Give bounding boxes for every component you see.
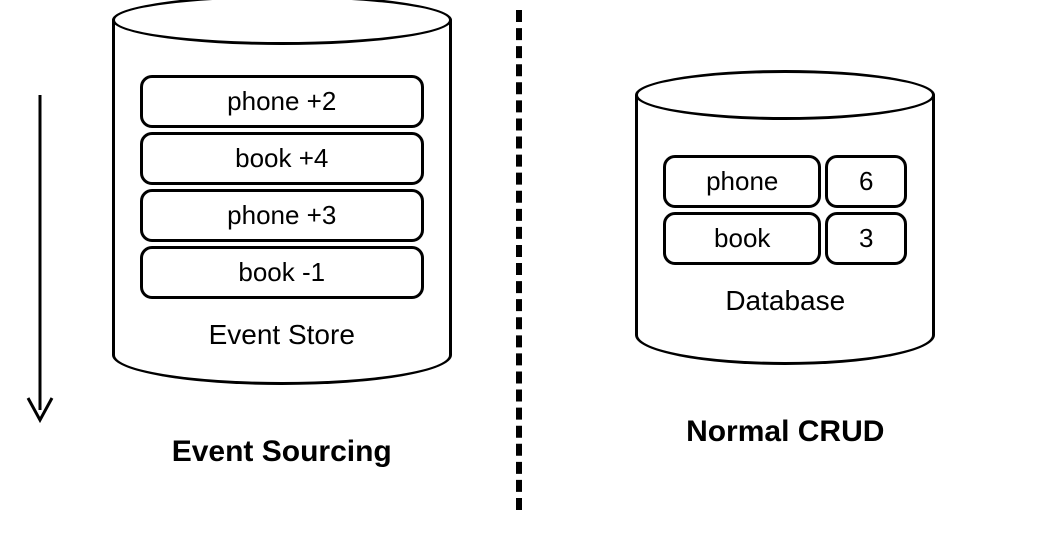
event-sourcing-panel: phone +2 book +4 phone +3 book -1 Event … <box>0 20 534 469</box>
crud-cell-name: phone <box>663 155 821 208</box>
cylinder-top-ellipse <box>112 0 452 45</box>
database-content: phone 6 book 3 Database <box>638 155 932 317</box>
vertical-divider <box>516 10 522 510</box>
crud-row: phone 6 <box>663 155 907 208</box>
cylinder-top-ellipse <box>635 70 935 120</box>
normal-crud-title: Normal CRUD <box>686 415 884 449</box>
crud-cell-value: 3 <box>825 212 907 265</box>
normal-crud-panel: phone 6 book 3 Database Normal CRUD <box>534 20 1037 449</box>
crud-cell-name: book <box>663 212 821 265</box>
timeline-arrow-icon <box>25 95 55 425</box>
event-store-label: Event Store <box>209 319 355 351</box>
database-label: Database <box>725 285 845 317</box>
event-store-cylinder: phone +2 book +4 phone +3 book -1 Event … <box>112 20 452 385</box>
database-cylinder: phone 6 book 3 Database <box>635 95 935 365</box>
event-row: phone +3 <box>140 189 424 242</box>
crud-cell-value: 6 <box>825 155 907 208</box>
crud-row: book 3 <box>663 212 907 265</box>
event-row: book +4 <box>140 132 424 185</box>
event-row: phone +2 <box>140 75 424 128</box>
diagram-container: phone +2 book +4 phone +3 book -1 Event … <box>0 0 1037 538</box>
event-sourcing-title: Event Sourcing <box>172 435 392 469</box>
event-store-content: phone +2 book +4 phone +3 book -1 Event … <box>115 75 449 351</box>
event-row: book -1 <box>140 246 424 299</box>
